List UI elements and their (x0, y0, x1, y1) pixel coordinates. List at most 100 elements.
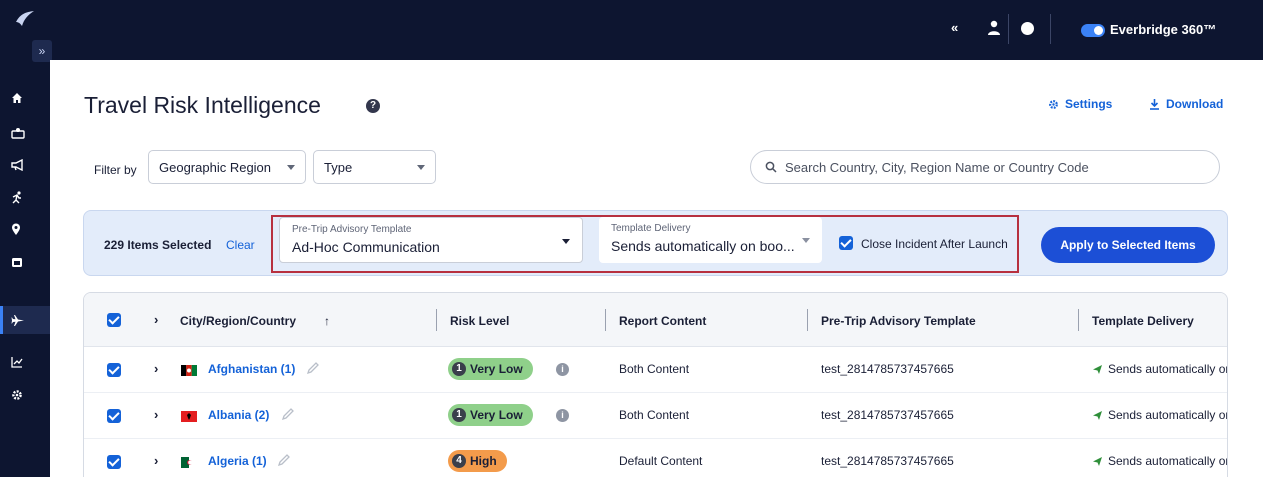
pencil-icon[interactable] (277, 453, 291, 467)
sidebar: » (0, 0, 52, 477)
location-icon[interactable] (0, 215, 50, 243)
run-icon[interactable] (0, 183, 50, 211)
afghanistan-flag-icon (181, 365, 197, 376)
apply-to-selected-button[interactable]: Apply to Selected Items (1041, 227, 1215, 263)
help-icon[interactable]: ? (1021, 22, 1034, 35)
template-name: test_2814785737457665 (821, 408, 954, 422)
chevron-right-icon[interactable]: › (154, 361, 158, 376)
gear-icon[interactable] (0, 381, 50, 409)
risk-level-label: Very Low (470, 408, 523, 422)
filter-label: Filter by (94, 163, 137, 177)
user-icon[interactable] (987, 20, 1001, 36)
pencil-icon[interactable] (281, 407, 295, 421)
report-content: Both Content (619, 362, 690, 376)
risk-badge: 1 Very Low (448, 358, 533, 380)
country-name[interactable]: Afghanistan (1) (208, 362, 295, 376)
row-checkbox[interactable] (107, 409, 121, 423)
toggle-switch[interactable] (1081, 24, 1105, 37)
template-name: test_2814785737457665 (821, 454, 954, 468)
home-icon[interactable] (0, 84, 50, 112)
delivery-value: Sends automatically or (1108, 408, 1228, 422)
row-checkbox[interactable] (107, 363, 121, 377)
chevron-right-icon[interactable]: › (154, 453, 158, 468)
risk-badge: 4 High (448, 450, 507, 472)
sort-ascending-icon[interactable]: ↑ (324, 314, 330, 328)
pre-trip-template-select[interactable]: Pre-Trip Advisory Template Ad-Hoc Commun… (279, 217, 583, 263)
chevron-down-icon (287, 165, 295, 170)
search-input[interactable]: Search Country, City, Region Name or Cou… (750, 150, 1220, 184)
search-icon (765, 161, 777, 173)
divider (1050, 14, 1051, 44)
pre-trip-template-label: Pre-Trip Advisory Template (292, 224, 412, 235)
download-label: Download (1166, 97, 1224, 111)
geographic-region-label: Geographic Region (159, 159, 272, 175)
chevron-down-icon (562, 239, 570, 244)
risk-badge: 1 Very Low (448, 404, 533, 426)
row-checkbox[interactable] (107, 455, 121, 469)
divider (1078, 309, 1079, 331)
pencil-icon[interactable] (306, 361, 320, 375)
clear-selection-link[interactable]: Clear (226, 238, 255, 252)
type-label: Type (324, 159, 353, 175)
divider (436, 309, 437, 331)
table-row[interactable]: › Afghanistan (1) 1 Very Low i Both Cont… (84, 347, 1228, 393)
table-row[interactable]: › Albania (2) 1 Very Low i Both Content … (84, 393, 1228, 439)
column-header-content[interactable]: Report Content (619, 314, 706, 328)
column-header-risk[interactable]: Risk Level (450, 314, 509, 328)
template-delivery-select[interactable]: Template Delivery Sends automatically on… (599, 217, 822, 263)
brand-name: Everbridge 360™ (1110, 22, 1217, 37)
select-all-checkbox[interactable] (107, 313, 121, 327)
airplane-icon[interactable] (0, 306, 50, 334)
column-header-template[interactable]: Pre-Trip Advisory Template (821, 314, 976, 328)
page-title: Travel Risk Intelligence (84, 92, 321, 118)
gear-icon (1049, 99, 1058, 109)
country-name[interactable]: Albania (2) (208, 408, 269, 422)
info-icon[interactable]: i (556, 363, 569, 376)
risk-level-number: 1 (452, 408, 466, 422)
report-content: Both Content (619, 408, 690, 422)
column-header-location[interactable]: City/Region/Country (180, 314, 296, 328)
type-select[interactable]: Type (313, 150, 436, 184)
top-bar: « ? Everbridge 360™ (0, 0, 1263, 60)
close-incident-checkbox[interactable] (839, 236, 853, 250)
chevron-right-icon[interactable]: › (154, 407, 158, 422)
chevron-down-icon (417, 165, 425, 170)
chart-icon[interactable] (0, 348, 50, 376)
settings-label: Settings (1065, 97, 1113, 111)
expand-sidebar-button[interactable]: » (32, 40, 52, 62)
table-row[interactable]: › Algeria (1) 4 High Default Content tes… (84, 439, 1228, 477)
delivery-value: Sends automatically or (1108, 362, 1228, 376)
template-name: test_2814785737457665 (821, 362, 954, 376)
collapse-icon[interactable]: « (951, 20, 958, 35)
download-link[interactable]: Download (1149, 97, 1223, 111)
info-icon[interactable]: i (556, 409, 569, 422)
table-header: › City/Region/Country ↑ Risk Level Repor… (84, 293, 1227, 347)
send-icon (1093, 411, 1102, 420)
delivery-value: Sends automatically or (1108, 454, 1228, 468)
divider (605, 309, 606, 331)
logo-icon (16, 11, 34, 26)
search-placeholder: Search Country, City, Region Name or Cou… (785, 159, 1089, 175)
country-name[interactable]: Algeria (1) (208, 454, 267, 468)
settings-link[interactable]: Settings (1048, 97, 1112, 111)
risk-level-number: 4 (452, 454, 466, 468)
send-icon (1093, 365, 1102, 374)
megaphone-icon[interactable] (0, 151, 50, 179)
app-frame: « ? Everbridge 360™ » Travel Risk Intell… (0, 0, 1263, 477)
albania-flag-icon (181, 411, 197, 422)
template-delivery-label: Template Delivery (611, 223, 691, 234)
risk-table: › City/Region/Country ↑ Risk Level Repor… (83, 292, 1228, 477)
risk-level-label: Very Low (470, 362, 523, 376)
chevron-down-icon (802, 238, 810, 243)
calendar-icon[interactable] (0, 248, 50, 276)
help-icon[interactable]: ? (366, 99, 380, 113)
send-icon (1093, 457, 1102, 466)
pre-trip-template-value: Ad-Hoc Communication (292, 239, 440, 255)
template-delivery-value: Sends automatically on boo... (611, 238, 795, 254)
geographic-region-select[interactable]: Geographic Region (148, 150, 306, 184)
risk-level-number: 1 (452, 362, 466, 376)
people-icon[interactable] (0, 119, 50, 147)
chevron-right-icon[interactable]: › (154, 312, 158, 327)
selected-count: 229 Items Selected (104, 238, 212, 252)
column-header-delivery[interactable]: Template Delivery (1092, 314, 1194, 328)
